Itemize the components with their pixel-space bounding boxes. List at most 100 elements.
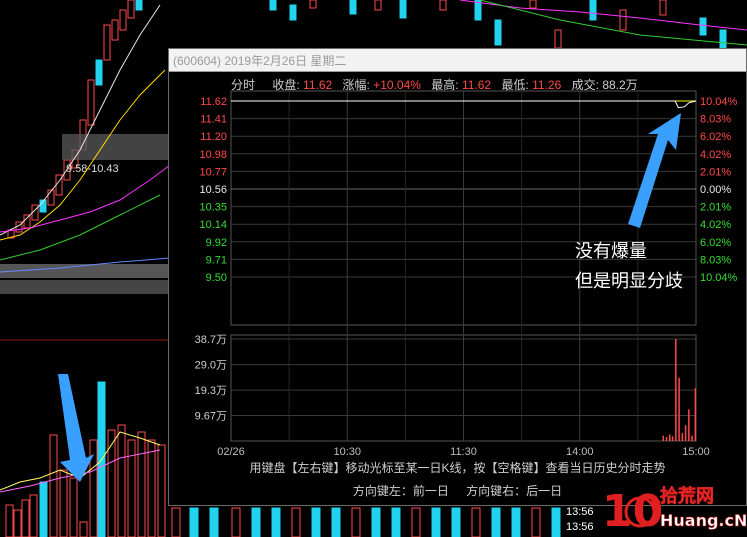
bg-candle [87,79,95,126]
gray-band-2 [0,280,170,294]
time-tick: 11:30 [450,446,477,458]
volume-tick: 9.67万 [195,411,227,423]
time-row-1: 13:56 [566,506,594,518]
bg-candle [289,4,297,21]
bg-volume-bar [157,444,166,537]
bg-candle [589,0,597,21]
percent-tick-right: 2.01% [700,202,731,214]
bg-volume-bar [107,429,116,537]
bg-volume-bar [59,469,68,537]
bg-volume-bar [311,507,321,537]
bg-volume-bar [5,504,14,537]
percent-tick-right: 8.03% [700,114,731,126]
price-tick-left: 10.14 [199,219,227,231]
bg-candle [399,0,407,19]
bg-candle [23,214,31,229]
percent-tick-right: 2.01% [700,166,731,178]
bg-volume-bar [127,439,136,537]
bg-volume-bar [251,507,261,537]
bg-volume-bar [491,507,501,537]
gray-band-1 [0,264,170,278]
watermark-logo: 10 拾荒网 Huang.cN [602,485,746,536]
top-ma-line [459,0,747,31]
bg-candle [103,24,111,61]
bg-volume-bar [451,507,461,537]
bg-volume-bar [231,507,241,537]
percent-tick-right: 6.02% [700,131,731,143]
bg-candle [374,0,382,11]
bg-candle [699,17,707,36]
price-tick-left: 9.71 [206,254,227,266]
percent-tick-right: 0.00% [700,184,731,196]
volume-tick: 38.7万 [195,334,227,346]
annotation-line-2: 但是明显分歧 [575,271,683,292]
bg-candle [719,29,727,49]
keyboard-hint: 用键盘【左右键】移动光标至某一日K线，按【空格键】查看当日历史分时走势 [249,461,666,475]
bg-volume-bar [189,507,199,537]
price-tick-left: 11.41 [200,114,227,126]
bg-volume-bar [29,494,38,537]
bg-volume-bar [551,507,561,537]
bg-volume-bar [411,507,421,537]
percent-tick-right: 10.04% [700,96,738,108]
bg-volume-bar [171,507,181,537]
bg-candle [494,19,502,46]
volume-bar [688,409,690,441]
bg-volume-bar [117,424,126,537]
price-tick-left: 10.56 [199,184,227,196]
price-tick-left: 10.35 [199,202,227,214]
bg-candle [269,0,277,11]
top-ma-line-2 [479,0,747,46]
price-tick-left: 9.50 [206,272,227,284]
volume-bar [678,377,680,441]
percent-tick-right: 4.02% [700,219,731,231]
bg-volume-bar [391,507,401,537]
time-tick: 10:30 [333,446,361,458]
percent-tick-right: 4.02% [700,149,731,161]
bg-volume-bar [69,477,78,537]
annotation-line-1: 没有爆量 [575,241,647,262]
next-day-hint: 方向键右：后一日 [466,484,563,498]
bg-candle [119,9,127,31]
volume-bar [691,435,693,441]
bg-candle [111,19,119,41]
bg-volume-bar [291,507,301,537]
logo-url: Huang.cN [660,511,746,530]
bg-candle [619,9,627,31]
bg-volume-bar [531,507,541,537]
bg-candle [529,0,537,9]
percent-tick-right: 6.02% [700,237,731,249]
bg-volume-bar [79,521,88,537]
bg-volume-bar [331,507,341,537]
volume-bar [665,437,668,441]
bg-volume-bar [21,499,30,537]
time-row-2: 13:56 [566,521,594,533]
bg-volume-bar [271,507,281,537]
logo-text: 拾荒网 [660,485,714,507]
price-tick-left: 9.92 [206,237,227,249]
price-tick-left: 11.62 [200,96,227,108]
annotation-text: 没有爆量 但是明显分歧 [575,237,683,297]
bg-volume-bar [471,507,481,537]
bg-volume-bar [209,507,219,537]
bg-candle [659,0,667,16]
volume-bar [671,436,674,441]
percent-tick-right: 8.03% [700,254,731,266]
volume-bar [684,425,687,441]
bg-candle [349,0,357,15]
bg-volume-bar [13,509,22,537]
price-tick-left: 10.77 [199,166,227,178]
bg-volume-bar [49,434,58,537]
volume-tick: 29.0万 [195,360,227,372]
volume-bar [669,434,671,441]
bg-candle [309,0,317,9]
bg-volume-bar [39,481,48,537]
volume-bar [675,339,677,441]
price-range-band [62,134,170,160]
ma-line-magenta [0,164,171,233]
bg-volume-bar [351,507,361,537]
volume-bar [681,433,684,441]
percent-tick-right: 10.04% [700,272,738,284]
volume-tick: 19.3万 [195,385,227,397]
volume-bar [694,388,697,441]
